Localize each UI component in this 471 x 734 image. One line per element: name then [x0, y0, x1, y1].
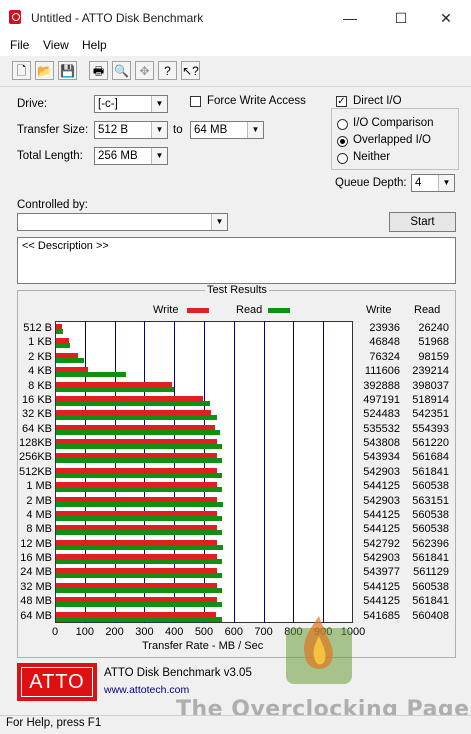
force-write-label: Force Write Access: [207, 95, 306, 107]
io-comparison-label: I/O Comparison: [353, 117, 434, 129]
queue-depth-value: 4: [415, 177, 422, 189]
transfer-from-select[interactable]: 512 B ▼: [94, 121, 168, 139]
menu-view[interactable]: View: [43, 38, 69, 52]
read-column-header: Read: [414, 304, 441, 316]
product-name: ATTO Disk Benchmark v3.05: [104, 667, 252, 679]
total-length-label: Total Length:: [17, 150, 83, 162]
write-legend-swatch: [187, 308, 209, 313]
status-text: For Help, press F1: [6, 717, 102, 729]
queue-depth-label: Queue Depth:: [335, 177, 407, 189]
direct-io-label: Direct I/O: [353, 95, 402, 107]
transfer-to-value: 64 MB: [194, 124, 228, 136]
write-legend: Write: [153, 304, 179, 316]
print-preview-icon[interactable]: 🔍: [112, 61, 131, 80]
website-link[interactable]: www.attotech.com: [104, 684, 189, 696]
watermark-logo: [286, 616, 352, 684]
chevron-down-icon: ▼: [438, 175, 454, 191]
chevron-down-icon: ▼: [247, 122, 263, 138]
chevron-down-icon: ▼: [211, 214, 227, 230]
overlapped-io-label: Overlapped I/O: [353, 134, 431, 146]
start-button[interactable]: Start: [389, 212, 456, 232]
context-help-icon[interactable]: ↖?: [181, 61, 200, 80]
chart-plot-area: [55, 321, 353, 623]
help-icon[interactable]: ?: [158, 61, 177, 80]
drive-select[interactable]: [-c-] ▼: [94, 95, 168, 113]
controlled-by-select[interactable]: ▼: [17, 213, 228, 231]
window-title: Untitled - ATTO Disk Benchmark: [31, 11, 204, 25]
new-icon[interactable]: 🗋: [12, 61, 31, 80]
maximize-button[interactable]: ☐: [381, 6, 421, 30]
overlapped-io-radio[interactable]: [337, 136, 348, 147]
neither-label: Neither: [353, 151, 391, 163]
to-label: to: [173, 124, 183, 136]
read-legend: Read: [236, 304, 263, 316]
transfer-from-value: 512 B: [98, 124, 129, 136]
chevron-down-icon: ▼: [151, 122, 167, 138]
description-field[interactable]: << Description >>: [17, 237, 456, 284]
io-comparison-radio[interactable]: [337, 119, 348, 130]
neither-radio[interactable]: [337, 153, 348, 164]
controlled-by-label: Controlled by:: [17, 199, 88, 211]
app-icon: [9, 10, 21, 24]
results-title: Test Results: [205, 284, 269, 296]
chevron-down-icon: ▼: [151, 148, 167, 164]
print-icon[interactable]: 🖶: [89, 61, 108, 80]
minimize-button[interactable]: —: [330, 6, 370, 30]
move-icon[interactable]: ✥: [135, 61, 154, 80]
menu-bar: [0, 36, 471, 56]
transfer-size-label: Transfer Size:: [17, 124, 89, 136]
queue-depth-select[interactable]: 4 ▼: [411, 174, 455, 192]
total-length-select[interactable]: 256 MB ▼: [94, 147, 168, 165]
atto-logo: ATTO: [17, 663, 97, 701]
chevron-down-icon: ▼: [151, 96, 167, 112]
menu-file[interactable]: File: [10, 38, 29, 52]
force-write-checkbox[interactable]: [190, 96, 201, 107]
save-icon[interactable]: 💾: [58, 61, 77, 80]
transfer-to-select[interactable]: 64 MB ▼: [190, 121, 264, 139]
total-length-value: 256 MB: [98, 150, 138, 162]
drive-label: Drive:: [17, 98, 48, 110]
close-button[interactable]: ✕: [426, 6, 466, 30]
open-icon[interactable]: 📂: [35, 61, 54, 80]
menu-help[interactable]: Help: [82, 38, 107, 52]
drive-value: [-c-]: [98, 98, 118, 110]
write-column-header: Write: [366, 304, 392, 316]
direct-io-checkbox[interactable]: ✓: [336, 96, 347, 107]
x-axis-label: Transfer Rate - MB / Sec: [142, 640, 264, 652]
read-legend-swatch: [268, 308, 290, 313]
